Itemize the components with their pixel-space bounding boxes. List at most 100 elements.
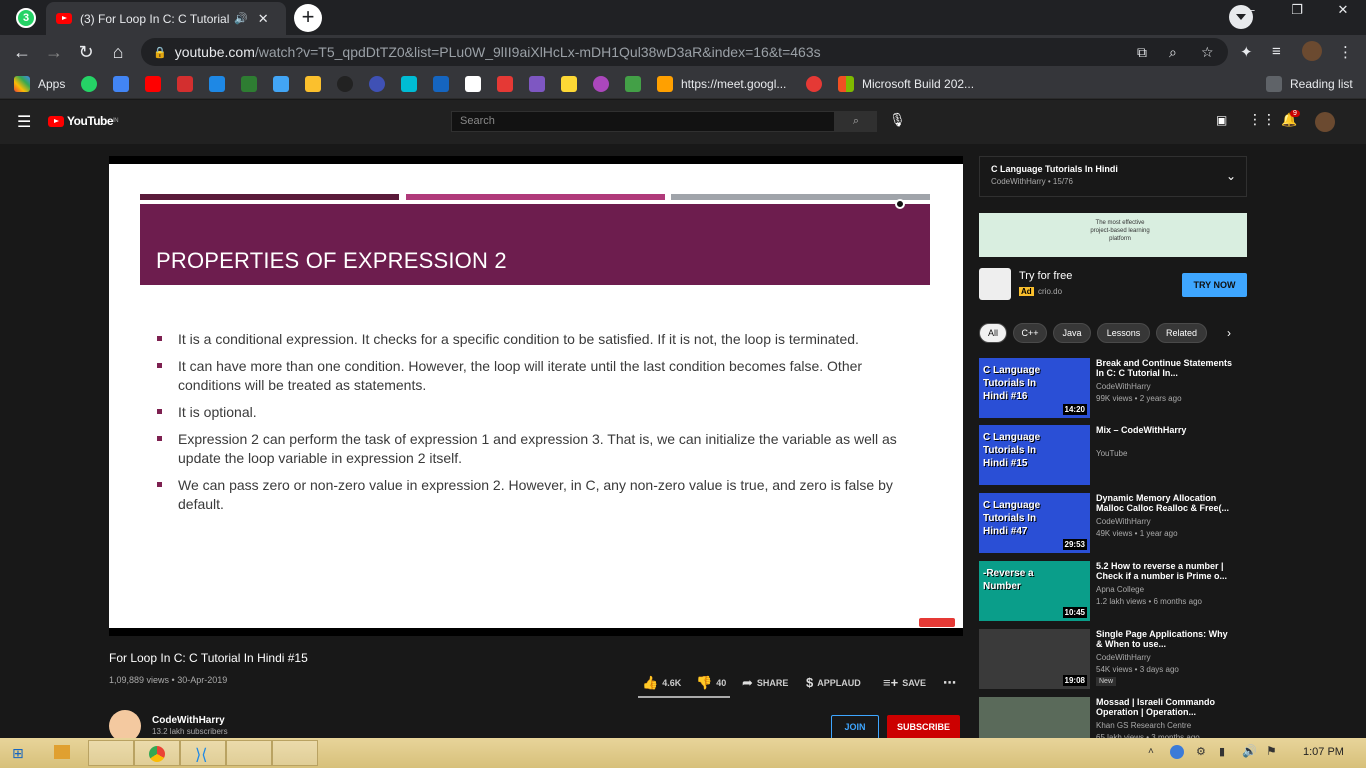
tray-chevron-icon[interactable]: ˄: [1148, 746, 1154, 757]
bookmark-icon[interactable]: [401, 76, 417, 92]
tray-app-icon[interactable]: [1170, 745, 1184, 759]
chip-all[interactable]: All: [979, 323, 1007, 343]
file-explorer-icon[interactable]: [54, 745, 70, 759]
forward-icon[interactable]: →: [42, 40, 66, 64]
video-player[interactable]: PROPERTIES OF EXPRESSION 2 It is a condi…: [109, 156, 963, 636]
more-actions-button[interactable]: ⋯: [943, 675, 956, 691]
webflow-bookmark-icon[interactable]: [209, 76, 225, 92]
maximize-button[interactable]: ❐: [1274, 0, 1320, 22]
taskbar-clock[interactable]: 1:07 PM: [1303, 746, 1344, 758]
recommendation-item[interactable]: C Language Tutorials In Hindi #15 Mix – C…: [979, 425, 1247, 485]
active-tab[interactable]: (3) For Loop In C: C Tutorial In Hindi #…: [46, 2, 286, 35]
chip-java[interactable]: Java: [1053, 323, 1091, 343]
recommendation-item[interactable]: -Reverse a Number 10:45 5.2 How to reverse…: [979, 561, 1247, 621]
playlist-panel[interactable]: C Language Tutorials In Hindi CodeWithHa…: [979, 156, 1247, 197]
close-window-button[interactable]: ✕: [1320, 0, 1366, 22]
bookmark-icon[interactable]: [369, 76, 385, 92]
recommendation-item[interactable]: 19:08 Single Page Applications: Why & Whe…: [979, 629, 1247, 689]
recommendation-title[interactable]: Dynamic Memory Allocation Malloc Calloc …: [1096, 493, 1236, 513]
try-now-button[interactable]: TRY NOW: [1182, 273, 1247, 297]
extensions-icon[interactable]: ✦: [1240, 43, 1253, 61]
bookmark-apps[interactable]: Apps: [38, 77, 65, 91]
bookmark-star-icon[interactable]: ☆: [1201, 44, 1214, 61]
bookmark-icon[interactable]: [433, 76, 449, 92]
like-button[interactable]: 👍 4.6K: [642, 675, 681, 691]
menu-icon[interactable]: ⋮: [1338, 43, 1353, 61]
bookmark-icon[interactable]: [113, 76, 129, 92]
bookmark-icon[interactable]: [305, 76, 321, 92]
meet-icon[interactable]: [657, 76, 673, 92]
chevron-right-icon[interactable]: ›: [1227, 326, 1231, 340]
microphone-icon[interactable]: 🎙: [889, 112, 906, 128]
reading-list-icon[interactable]: [1266, 76, 1282, 92]
recommendation-thumbnail[interactable]: C Language Tutorials In Hindi #47 29:53: [979, 493, 1090, 553]
channel-name[interactable]: CodeWithHarry: [152, 715, 225, 726]
subscribe-button[interactable]: SUBSCRIBE: [887, 715, 960, 740]
taskbar-app-chrome[interactable]: [134, 740, 180, 766]
search-input[interactable]: Search: [451, 111, 835, 132]
youtube-bookmark-icon[interactable]: [145, 76, 161, 92]
bookmark-build[interactable]: Microsoft Build 202...: [862, 77, 974, 91]
minimize-button[interactable]: –: [1228, 0, 1274, 22]
recommendation-title[interactable]: Mix – CodeWithHarry: [1096, 425, 1236, 445]
taskbar-app-files[interactable]: [272, 740, 318, 766]
subscribe-watermark[interactable]: [919, 618, 955, 627]
tab-close-icon[interactable]: ✕: [258, 11, 269, 27]
bookmark-icon[interactable]: [337, 76, 353, 92]
chip-cpp[interactable]: C++: [1013, 323, 1047, 343]
lock-icon[interactable]: 🔒: [153, 46, 167, 59]
whatsapp-tab[interactable]: 3: [8, 3, 44, 33]
bookmark-icon[interactable]: [273, 76, 289, 92]
recommendation-item[interactable]: Mossad | Israeli Commando Operation | Op…: [979, 697, 1247, 742]
chip-lessons[interactable]: Lessons: [1097, 323, 1150, 343]
recommendation-thumbnail[interactable]: 19:08: [979, 629, 1090, 689]
back-icon[interactable]: ←: [10, 40, 34, 64]
apps-icon[interactable]: ⋮⋮: [1248, 111, 1276, 128]
bookmark-icon[interactable]: [806, 76, 822, 92]
bookmark-icon[interactable]: [593, 76, 609, 92]
bookmark-icon[interactable]: [241, 76, 257, 92]
home-icon[interactable]: ⌂: [106, 40, 130, 64]
save-button[interactable]: ≡+ SAVE: [883, 675, 926, 690]
media-control-icon[interactable]: ≡: [1272, 43, 1281, 60]
recommendation-title[interactable]: Break and Continue Statements In C: C Tu…: [1096, 358, 1236, 378]
speaker-icon[interactable]: 🔊: [234, 12, 248, 25]
hamburger-menu-icon[interactable]: ☰: [17, 112, 31, 132]
microsoft-icon[interactable]: [838, 76, 854, 92]
bookmark-icon[interactable]: [497, 76, 513, 92]
recommendation-item[interactable]: C Language Tutorials In Hindi #47 29:53 Dy…: [979, 493, 1247, 553]
recommendation-item[interactable]: C Language Tutorials In Hindi #16 14:20 Br…: [979, 358, 1247, 418]
open-in-app-icon[interactable]: ⧉: [1137, 44, 1147, 61]
join-button[interactable]: JOIN: [831, 715, 879, 740]
recommendation-title[interactable]: Mossad | Israeli Commando Operation | Op…: [1096, 697, 1236, 717]
search-button[interactable]: ⌕: [835, 111, 877, 132]
taskbar-app-remote[interactable]: [226, 740, 272, 766]
chevron-down-icon[interactable]: ⌄: [1226, 169, 1236, 183]
new-tab-button[interactable]: +: [294, 4, 322, 32]
windows-start-icon[interactable]: ⊞: [12, 745, 24, 762]
recommendation-title[interactable]: 5.2 How to reverse a number | Check if a…: [1096, 561, 1236, 581]
tray-network-icon[interactable]: ⚙: [1196, 745, 1206, 758]
taskbar-app-vscode[interactable]: ⟩⟨: [180, 740, 226, 766]
recommendation-thumbnail[interactable]: -Reverse a Number 10:45: [979, 561, 1090, 621]
bookmark-icon[interactable]: [465, 76, 481, 92]
recommendation-thumbnail[interactable]: [979, 697, 1090, 738]
wifi-icon[interactable]: ▮: [1219, 745, 1225, 758]
apps-grid-icon[interactable]: [14, 76, 30, 92]
advertiser-logo[interactable]: [979, 268, 1011, 300]
reading-list[interactable]: Reading list: [1290, 77, 1353, 91]
bookmark-icon[interactable]: [561, 76, 577, 92]
address-bar[interactable]: 🔒 youtube.com/watch?v=T5_qpdDtTZ0&list=P…: [141, 38, 1228, 66]
ad-headline[interactable]: Try for free: [1019, 270, 1072, 282]
chip-related[interactable]: Related: [1156, 323, 1207, 343]
volume-icon[interactable]: 🔊: [1242, 744, 1257, 758]
recommendation-title[interactable]: Single Page Applications: Why & When to …: [1096, 629, 1236, 649]
bookmark-icon[interactable]: [625, 76, 641, 92]
dislike-button[interactable]: 👎 40: [696, 675, 726, 691]
profile-avatar[interactable]: [1302, 41, 1322, 61]
share-button[interactable]: ➦ SHARE: [742, 675, 788, 691]
bookmark-icon[interactable]: [529, 76, 545, 92]
applaud-button[interactable]: $ APPLAUD: [806, 675, 861, 690]
taskbar-app-paint[interactable]: [88, 740, 134, 766]
bookmark-meet[interactable]: https://meet.googl...: [681, 77, 786, 91]
